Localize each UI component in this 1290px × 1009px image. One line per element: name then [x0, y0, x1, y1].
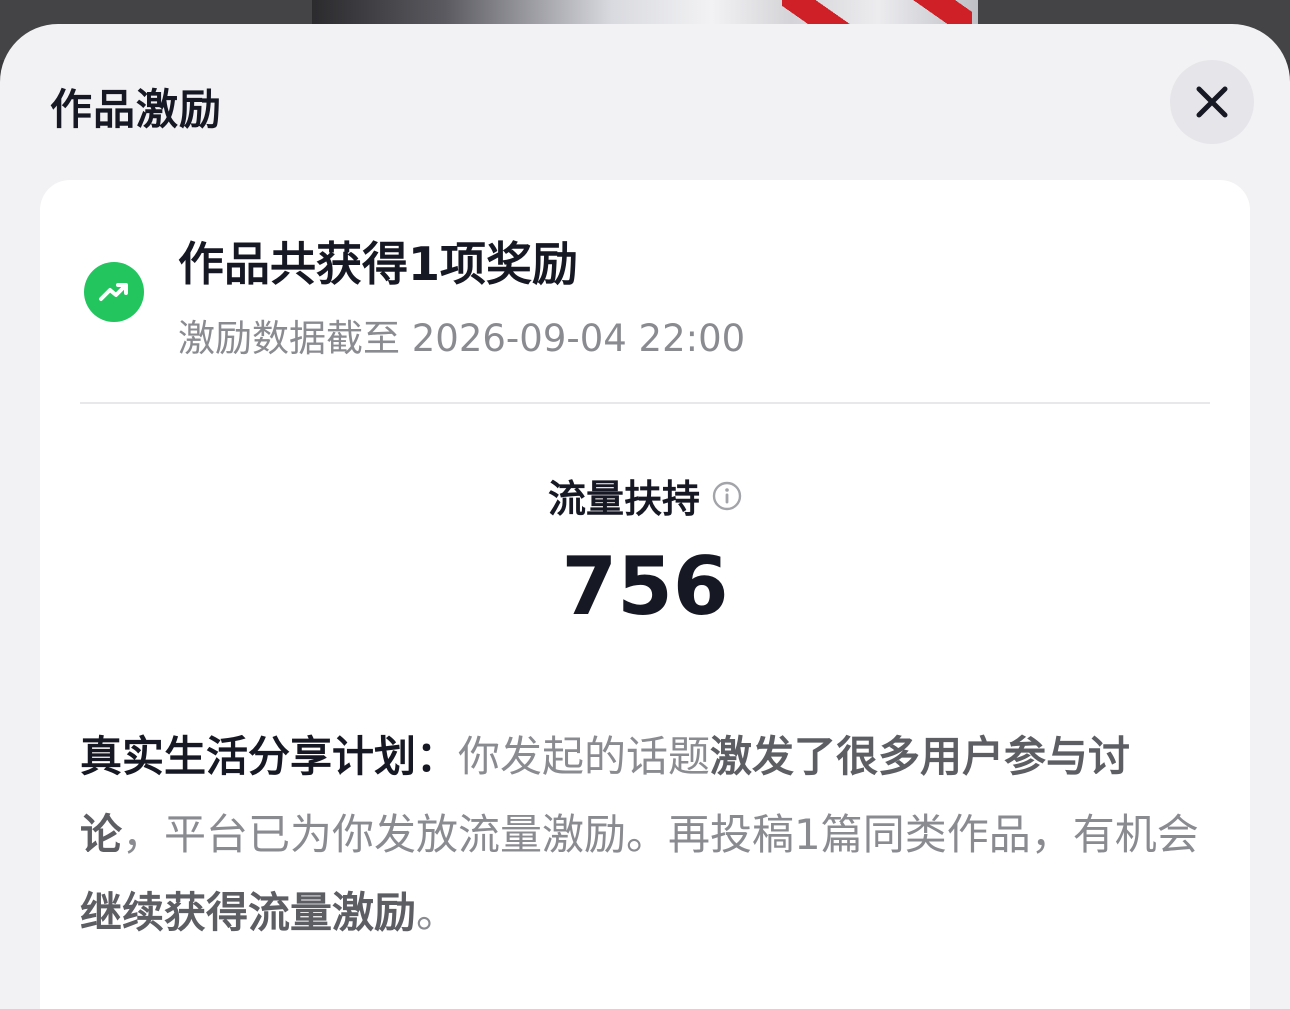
- incentive-card: 作品共获得1项奖励 激励数据截至 2026-09-04 22:00 流量扶持 7…: [40, 180, 1250, 1009]
- info-icon[interactable]: [712, 481, 742, 511]
- reward-headline: 作品共获得1项奖励: [178, 237, 579, 291]
- close-button[interactable]: [1170, 60, 1254, 144]
- metric-header: 流量扶持: [40, 468, 1250, 523]
- description-text: 。: [416, 888, 459, 937]
- data-cutoff-time: 激励数据截至 2026-09-04 22:00: [178, 317, 746, 360]
- sheet-title: 作品激励: [50, 85, 223, 134]
- description-text: 你发起的话题: [458, 732, 711, 781]
- incentive-bottom-sheet: 作品激励 作品共获得1项奖励 激励数据截至 2026-09-04 22:00 流…: [0, 24, 1290, 1009]
- close-icon: [1196, 86, 1228, 118]
- trending-up-icon: [84, 262, 144, 322]
- metric-label: 流量扶持: [547, 477, 700, 521]
- plan-description: 真实生活分享计划：你发起的话题激发了很多用户参与讨论，平台已为你发放流量激励。再…: [80, 718, 1210, 952]
- divider: [80, 402, 1210, 404]
- description-emphasis: 继续获得流量激励: [80, 888, 417, 937]
- description-text: ，平台已为你发放流量激励。再投稿1篇同类作品，有机会: [122, 810, 1199, 859]
- metric-value: 756: [561, 540, 729, 633]
- plan-name: 真实生活分享计划：: [80, 732, 459, 781]
